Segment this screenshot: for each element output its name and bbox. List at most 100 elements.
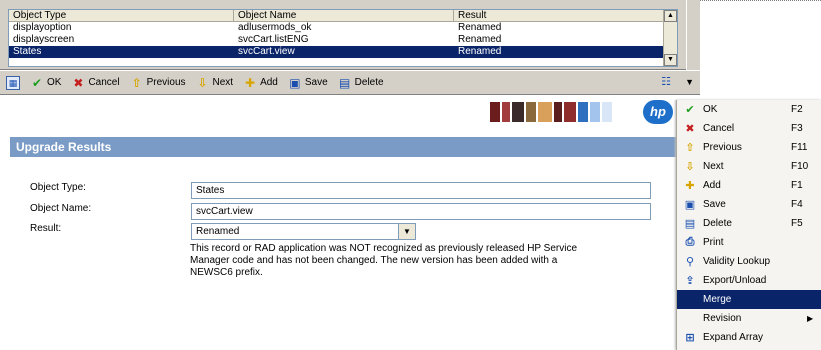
cell-object-type: displayscreen	[13, 34, 75, 45]
next-button[interactable]: ⇩ Next	[192, 74, 238, 92]
add-icon: ✚	[685, 180, 695, 192]
cell-object-type: States	[13, 46, 42, 57]
result-dropdown-value: Renamed	[196, 226, 240, 237]
check-icon: ✔	[31, 75, 43, 90]
previous-button[interactable]: ⇧ Previous	[126, 74, 190, 92]
menu-item-previous[interactable]: ⇧ Previous F11	[677, 138, 821, 157]
context-menu: ✔ OK F2 ✖ Cancel F3 ⇧ Previous F11 ⇩ Nex…	[676, 100, 821, 350]
cell-object-type: displayoption	[13, 22, 72, 33]
banner-block	[564, 102, 576, 122]
banner-block	[590, 102, 600, 122]
add-button[interactable]: ✚ Add	[239, 74, 282, 92]
column-header-object-type[interactable]: Object Type	[9, 10, 234, 21]
menu-item-label: Validity Lookup	[703, 256, 771, 267]
grid-scrollbar[interactable]: ▲ ▼	[663, 10, 677, 66]
menu-item-next[interactable]: ⇩ Next F10	[677, 157, 821, 176]
menu-item-cancel[interactable]: ✖ Cancel F3	[677, 119, 821, 138]
grid-header-row: Object Type Object Name Result	[9, 10, 677, 22]
object-name-field[interactable]: svcCart.view	[191, 203, 651, 220]
right-blank-area	[700, 0, 821, 70]
menu-item-save[interactable]: ▣ Save F4	[677, 195, 821, 214]
menu-item-revision[interactable]: Revision ▶	[677, 309, 821, 328]
menu-item-expand-array[interactable]: ⊞ Expand Array	[677, 328, 821, 347]
menu-item-shortcut: F2	[791, 104, 803, 115]
banner-block	[602, 102, 612, 122]
menu-item-label: Print	[703, 237, 724, 248]
add-label: Add	[260, 77, 278, 88]
expand-array-icon: ⊞	[685, 332, 695, 344]
delete-icon: ▤	[684, 218, 696, 230]
object-name-label: Object Name:	[30, 203, 92, 214]
delete-label: Delete	[354, 77, 384, 88]
form-detail-icon[interactable]: ▦	[6, 75, 20, 90]
menu-item-label: Revision	[703, 313, 742, 324]
cell-object-name: svcCart.view	[238, 46, 295, 57]
results-grid-panel: Object Type Object Name Result displayop…	[0, 0, 700, 70]
cell-result: Renamed	[458, 46, 502, 57]
ok-label: OK	[47, 77, 62, 88]
submenu-arrow-icon: ▶	[807, 314, 814, 323]
menu-item-merge[interactable]: Merge	[677, 290, 821, 309]
menu-item-label: Next	[703, 161, 724, 172]
result-label: Result:	[30, 223, 62, 234]
table-row-selected[interactable]: States svcCart.view Renamed	[9, 46, 677, 58]
menu-item-label: Merge	[703, 294, 732, 305]
menu-item-shortcut: F3	[791, 123, 803, 134]
menu-item-label: Expand Array	[703, 332, 764, 343]
toolbar-options[interactable]: ☷ ▼	[661, 75, 694, 89]
cancel-button[interactable]: ✖ Cancel	[67, 74, 123, 92]
check-icon: ✔	[685, 104, 695, 116]
scroll-up-icon[interactable]: ▲	[664, 10, 677, 22]
cancel-icon: ✖	[685, 123, 695, 135]
menu-item-shortcut: F1	[791, 180, 803, 191]
section-header: Upgrade Results	[10, 137, 678, 157]
menu-item-label: Export/Unload	[703, 275, 767, 286]
save-label: Save	[304, 77, 328, 88]
table-row[interactable]: displayoption adlusermods_ok Renamed	[9, 22, 677, 34]
menu-item-label: Delete	[703, 218, 732, 229]
menu-item-label: Add	[703, 180, 721, 191]
toolbar: ▦ ✔ OK ✖ Cancel ⇧ Previous ⇩ Next ✚ Add …	[0, 71, 700, 95]
column-header-object-name[interactable]: Object Name	[234, 10, 454, 21]
column-header-result[interactable]: Result	[454, 10, 677, 21]
menu-item-export-unload[interactable]: ⇪ Export/Unload	[677, 271, 821, 290]
menu-item-shortcut: F4	[791, 199, 803, 210]
menu-item-print[interactable]: ⎙ Print	[677, 233, 821, 252]
table-row[interactable]: displayscreen svcCart.listENG Renamed	[9, 34, 677, 46]
banner-block	[578, 102, 588, 122]
menu-item-validity-lookup[interactable]: ⚲ Validity Lookup	[677, 252, 821, 271]
cell-object-name: adlusermods_ok	[238, 22, 312, 33]
banner-block	[526, 102, 536, 122]
splitter[interactable]	[686, 0, 700, 70]
hp-logo: hp	[643, 100, 673, 124]
print-icon: ⎙	[685, 236, 695, 248]
object-type-label: Object Type:	[30, 182, 86, 193]
ok-button[interactable]: ✔ OK	[26, 74, 65, 92]
banner-block	[490, 102, 500, 122]
save-icon: ▣	[684, 199, 696, 211]
down-arrow-icon: ⇩	[685, 161, 695, 173]
menu-item-ok[interactable]: ✔ OK F2	[677, 100, 821, 119]
menu-item-shortcut: F11	[791, 142, 808, 153]
delete-button[interactable]: ▤ Delete	[334, 74, 388, 92]
scroll-down-icon[interactable]: ▼	[664, 54, 677, 66]
down-arrow-icon: ⇩	[197, 75, 208, 90]
chevron-down-icon[interactable]: ▼	[685, 77, 694, 87]
menu-item-add[interactable]: ✚ Add F1	[677, 176, 821, 195]
menu-item-label: Previous	[703, 142, 742, 153]
result-note: This record or RAD application was NOT r…	[190, 243, 578, 278]
add-icon: ✚	[245, 75, 256, 90]
banner-block	[554, 102, 562, 122]
cell-result: Renamed	[458, 22, 502, 33]
lookup-icon: ⚲	[685, 256, 695, 268]
result-dropdown[interactable]: Renamed ▼	[191, 223, 416, 240]
up-arrow-icon: ⇧	[685, 142, 695, 154]
previous-label: Previous	[146, 77, 186, 88]
delete-icon: ▤	[338, 75, 351, 90]
banner-block	[502, 102, 510, 122]
object-type-field[interactable]: States	[191, 182, 651, 199]
menu-item-delete[interactable]: ▤ Delete F5	[677, 214, 821, 233]
save-button[interactable]: ▣ Save	[284, 74, 332, 92]
chevron-down-icon[interactable]: ▼	[398, 224, 415, 239]
options-menu-icon[interactable]: ☷	[661, 75, 677, 89]
